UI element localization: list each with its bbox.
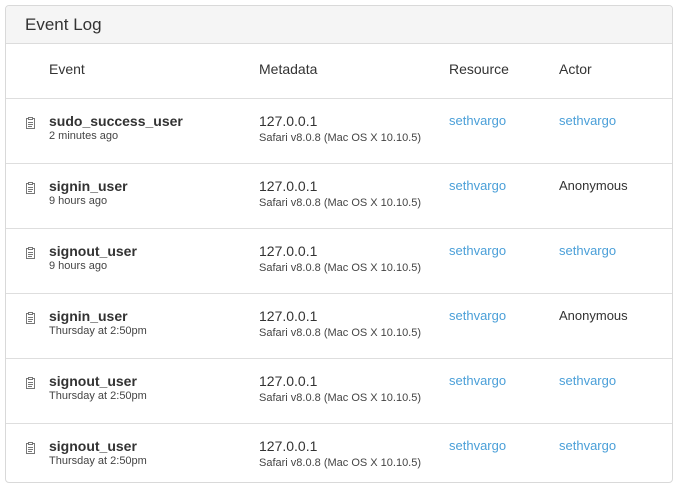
user-agent: Safari v8.0.8 (Mac OS X 10.10.5) xyxy=(259,132,422,144)
resource-link[interactable]: sethvargo xyxy=(449,308,506,323)
resource-cell: sethvargo xyxy=(449,242,506,260)
event-timestamp: Thursday at 2:50pm xyxy=(49,455,147,467)
event-name: signin_user xyxy=(49,308,128,324)
resource-cell: sethvargo xyxy=(449,437,506,455)
table-row: sudo_success_user 2 minutes ago 127.0.0.… xyxy=(6,99,672,164)
resource-link[interactable]: sethvargo xyxy=(449,243,506,258)
actor-cell: sethvargo xyxy=(559,437,616,455)
table-row: signin_user Thursday at 2:50pm 127.0.0.1… xyxy=(6,294,672,359)
table-row: signout_user Thursday at 2:50pm 127.0.0.… xyxy=(6,359,672,424)
user-agent: Safari v8.0.8 (Mac OS X 10.10.5) xyxy=(259,457,422,469)
metadata-cell: 127.0.0.1 Safari v8.0.8 (Mac OS X 10.10.… xyxy=(259,242,421,275)
event-timestamp: 2 minutes ago xyxy=(49,130,119,142)
table-row: signin_user 9 hours ago 127.0.0.1 Safari… xyxy=(6,164,672,229)
column-header-metadata: Metadata xyxy=(259,61,318,77)
clipboard-icon[interactable] xyxy=(25,246,36,259)
actor-link[interactable]: sethvargo xyxy=(559,373,616,388)
metadata-cell: 127.0.0.1 Safari v8.0.8 (Mac OS X 10.10.… xyxy=(259,437,421,470)
table-header: Event Metadata Resource Actor xyxy=(6,44,672,99)
event-cell: signout_user Thursday at 2:50pm xyxy=(49,372,147,403)
actor-link[interactable]: sethvargo xyxy=(559,438,616,453)
event-timestamp: Thursday at 2:50pm xyxy=(49,325,147,337)
resource-link[interactable]: sethvargo xyxy=(449,373,506,388)
user-agent: Safari v8.0.8 (Mac OS X 10.10.5) xyxy=(259,197,422,209)
table-row: signout_user 9 hours ago 127.0.0.1 Safar… xyxy=(6,229,672,294)
resource-link[interactable]: sethvargo xyxy=(449,438,506,453)
event-cell: sudo_success_user 2 minutes ago xyxy=(49,112,183,143)
event-cell: signin_user Thursday at 2:50pm xyxy=(49,307,147,338)
event-timestamp: Thursday at 2:50pm xyxy=(49,390,147,402)
event-timestamp: 9 hours ago xyxy=(49,195,108,207)
column-header-actor: Actor xyxy=(559,61,592,77)
metadata-cell: 127.0.0.1 Safari v8.0.8 (Mac OS X 10.10.… xyxy=(259,177,421,210)
clipboard-icon[interactable] xyxy=(25,181,36,194)
resource-link[interactable]: sethvargo xyxy=(449,113,506,128)
clipboard-icon[interactable] xyxy=(25,116,36,129)
ip-address: 127.0.0.1 xyxy=(259,243,318,259)
resource-cell: sethvargo xyxy=(449,307,506,325)
column-header-event: Event xyxy=(49,61,85,77)
clipboard-icon[interactable] xyxy=(25,441,36,454)
panel-title: Event Log xyxy=(6,6,672,44)
actor-link[interactable]: sethvargo xyxy=(559,113,616,128)
event-name: signin_user xyxy=(49,178,128,194)
actor-cell: sethvargo xyxy=(559,112,616,130)
metadata-cell: 127.0.0.1 Safari v8.0.8 (Mac OS X 10.10.… xyxy=(259,112,421,145)
user-agent: Safari v8.0.8 (Mac OS X 10.10.5) xyxy=(259,262,422,274)
actor-cell: Anonymous xyxy=(559,177,628,195)
ip-address: 127.0.0.1 xyxy=(259,308,318,324)
resource-cell: sethvargo xyxy=(449,112,506,130)
event-name: signout_user xyxy=(49,438,137,454)
event-cell: signout_user 9 hours ago xyxy=(49,242,137,273)
user-agent: Safari v8.0.8 (Mac OS X 10.10.5) xyxy=(259,392,422,404)
actor-link[interactable]: sethvargo xyxy=(559,243,616,258)
actor-anonymous: Anonymous xyxy=(559,308,628,323)
table-body: sudo_success_user 2 minutes ago 127.0.0.… xyxy=(6,99,672,482)
event-log-table: Event Metadata Resource Actor sudo_succe… xyxy=(6,44,672,482)
actor-cell: Anonymous xyxy=(559,307,628,325)
event-log-panel: Event Log Event Metadata Resource Actor … xyxy=(5,5,673,483)
clipboard-icon[interactable] xyxy=(25,376,36,389)
actor-anonymous: Anonymous xyxy=(559,178,628,193)
metadata-cell: 127.0.0.1 Safari v8.0.8 (Mac OS X 10.10.… xyxy=(259,307,421,340)
ip-address: 127.0.0.1 xyxy=(259,438,318,454)
event-name: signout_user xyxy=(49,373,137,389)
event-name: sudo_success_user xyxy=(49,113,183,129)
column-header-resource: Resource xyxy=(449,61,509,77)
event-name: signout_user xyxy=(49,243,137,259)
resource-cell: sethvargo xyxy=(449,372,506,390)
ip-address: 127.0.0.1 xyxy=(259,373,318,389)
actor-cell: sethvargo xyxy=(559,242,616,260)
resource-cell: sethvargo xyxy=(449,177,506,195)
event-cell: signout_user Thursday at 2:50pm xyxy=(49,437,147,468)
event-cell: signin_user 9 hours ago xyxy=(49,177,128,208)
clipboard-icon[interactable] xyxy=(25,311,36,324)
event-timestamp: 9 hours ago xyxy=(49,260,108,272)
ip-address: 127.0.0.1 xyxy=(259,113,318,129)
actor-cell: sethvargo xyxy=(559,372,616,390)
metadata-cell: 127.0.0.1 Safari v8.0.8 (Mac OS X 10.10.… xyxy=(259,372,421,405)
table-row: signout_user Thursday at 2:50pm 127.0.0.… xyxy=(6,424,672,482)
ip-address: 127.0.0.1 xyxy=(259,178,318,194)
resource-link[interactable]: sethvargo xyxy=(449,178,506,193)
user-agent: Safari v8.0.8 (Mac OS X 10.10.5) xyxy=(259,327,422,339)
